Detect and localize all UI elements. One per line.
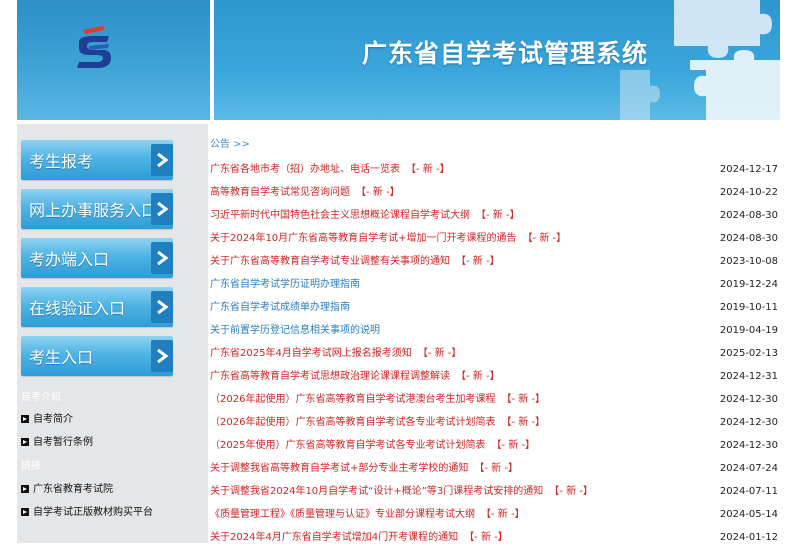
item-date: 2024-12-17 [719,164,778,175]
sidebar: 考生报考 网上办事服务入口 考办端入口 在线验证入口 考生入口 自考介绍 自考简… [17,124,208,543]
item-date: 2019-12-24 [719,279,778,290]
list-item[interactable]: 习近平新时代中国特色社会主义思想概论课程自学考试大纲 【- 新 -】 2024-08… [210,204,780,227]
nav-button-online-verification[interactable]: 在线验证入口 [21,287,173,327]
item-date: 2024-12-30 [719,417,778,428]
item-title[interactable]: 关于调整我省高等教育自学考试+部分专业主考学校的通知 [210,463,468,474]
item-title[interactable]: （2025年使用）广东省高等教育自学考试各专业考试计划简表 [210,440,485,451]
new-badge: 【- 新 -】 [456,371,500,382]
new-badge: 【- 新 -】 [406,164,450,175]
banner: 广东省自学考试管理系统 [214,0,780,120]
new-badge: 【- 新 -】 [456,256,500,267]
list-item[interactable]: 关于前置学历登记信息相关事项的说明 2019-04-19 [210,319,780,342]
chevron-right-icon [151,242,173,274]
list-item[interactable]: 关于2024年10月广东省高等教育自学考试+增加一门开考课程的通告 【- 新 -】… [210,227,780,250]
nav-button-label: 在线验证入口 [29,299,126,318]
arrow-bullet-icon [21,508,29,516]
item-date: 2019-04-19 [719,325,778,336]
list-item[interactable]: 关于调整我省高等教育自学考试+部分专业主考学校的通知 【- 新 -】 2024-07… [210,457,780,480]
list-item[interactable]: 《质量管理工程》《质量管理与认证》专业部分课程考试大纲 【- 新 -】 2024-0… [210,503,780,526]
item-title[interactable]: 关于调整我省2024年10月自学考试“设计+概论”等3门课程考试安排的通知 [210,486,543,497]
item-title[interactable]: 关于2024年4月广东省自学考试增加4门开考课程的通知 [210,532,458,543]
new-badge: 【- 新 -】 [356,187,400,198]
item-title[interactable]: 习近平新时代中国特色社会主义思想概论课程自学考试大纲 [210,210,470,221]
new-badge: 【- 新 -】 [481,509,525,520]
nav-button-label: 网上办事服务入口 [29,201,158,220]
new-badge: 【- 新 -】 [464,532,508,543]
item-date: 2024-12-30 [719,394,778,405]
arrow-bullet-icon [21,415,29,423]
chevron-right-icon [151,193,173,225]
section-heading-intro: 自考介绍 [21,392,61,403]
item-title[interactable]: （2026年起使用）广东省高等教育自学考试港澳台考生加考课程 [210,394,495,405]
list-item[interactable]: 广东省2025年4月自学考试网上报名报考须知 【- 新 -】 2025-02-13 [210,342,780,365]
item-title[interactable]: 关于2024年10月广东省高等教育自学考试+增加一门开考课程的通告 [210,233,517,244]
section-title: 公告 >> [210,139,250,150]
sidebar-link-textbook-store[interactable]: 自学考试正版教材购买平台 [21,503,153,518]
item-title[interactable]: 广东省自学考试成绩单办理指南 [210,302,350,313]
item-title[interactable]: 关于广东省高等教育自学考试专业调整有关事项的通知 [210,256,450,267]
item-title[interactable]: 《质量管理工程》《质量管理与认证》专业部分课程考试大纲 [210,509,475,520]
sidebar-link-regulations[interactable]: 自考暂行条例 [21,433,93,448]
logo-panel [17,0,210,120]
item-date: 2024-07-11 [719,486,778,497]
list-item[interactable]: （2025年使用）广东省高等教育自学考试各专业考试计划简表 【- 新 -】 2024… [210,434,780,457]
list-item[interactable]: 高等教育自学考试常见咨询问题 【- 新 -】 2024-10-22 [210,181,780,204]
list-item[interactable]: 广东省高等教育自学考试思想政治理论课课程调整解读 【- 新 -】 2024-12-3… [210,365,780,388]
item-date: 2024-01-12 [719,532,778,543]
arrow-bullet-icon [21,485,29,493]
item-date: 2023-10-08 [719,256,778,267]
arrow-bullet-icon [21,438,29,446]
new-badge: 【- 新 -】 [491,440,536,451]
item-title[interactable]: 广东省自学考试学历证明办理指南 [210,279,360,290]
nav-button-label: 考办端入口 [29,250,110,269]
list-item[interactable]: （2026年起使用）广东省高等教育自学考试港澳台考生加考课程 【- 新 -】 202… [210,388,780,411]
list-item[interactable]: 关于广东省高等教育自学考试专业调整有关事项的通知 【- 新 -】 2023-10-0… [210,250,780,273]
chevron-right-icon [151,340,173,372]
item-title[interactable]: 高等教育自学考试常见咨询问题 [210,187,350,198]
list-item[interactable]: 关于2024年4月广东省自学考试增加4门开考课程的通知 【- 新 -】 2024-0… [210,526,780,549]
new-badge: 【- 新 -】 [474,463,518,474]
section-heading-links: 链接 [21,461,41,472]
item-date: 2024-08-30 [719,210,778,221]
item-date: 2024-12-31 [719,371,778,382]
puzzle-decoration-icon [620,0,780,120]
item-date: 2019-10-11 [719,302,778,313]
sidebar-link-exam-authority[interactable]: 广东省教育考试院 [21,480,113,495]
list-item[interactable]: （2026年起使用）广东省高等教育自学考试各专业考试计划简表 【- 新 -】 202… [210,411,780,434]
nav-button-label: 考生入口 [29,348,94,367]
item-title[interactable]: 广东省2025年4月自学考试网上报名报考须知 [210,348,412,359]
item-date: 2024-07-24 [719,463,778,474]
nav-button-label: 考生报考 [29,152,94,171]
item-title[interactable]: （2026年起使用）广东省高等教育自学考试各专业考试计划简表 [210,417,495,428]
item-title[interactable]: 广东省各地市考（招）办地址、电话一览表 [210,164,400,175]
sidebar-link-intro[interactable]: 自考简介 [21,410,73,425]
nav-button-online-service[interactable]: 网上办事服务入口 [21,189,173,229]
item-date: 2025-02-13 [719,348,778,359]
list-item[interactable]: 广东省自学考试学历证明办理指南 2019-12-24 [210,273,780,296]
new-badge: 【- 新 -】 [501,417,546,428]
chevron-right-icon [151,144,173,176]
list-item[interactable]: 关于调整我省2024年10月自学考试“设计+概论”等3门课程考试安排的通知 【- … [210,480,780,503]
list-item[interactable]: 广东省各地市考（招）办地址、电话一览表 【- 新 -】 2024-12-17 [210,158,780,181]
new-badge: 【- 新 -】 [501,394,546,405]
announcement-list: 公告 >> 广东省各地市考（招）办地址、电话一览表 【- 新 -】 2024-12-… [210,138,780,549]
list-item[interactable]: 广东省自学考试成绩单办理指南 2019-10-11 [210,296,780,319]
header: 广东省自学考试管理系统 [0,0,800,120]
item-date: 2024-10-22 [719,187,778,198]
new-badge: 【- 新 -】 [417,348,462,359]
new-badge: 【- 新 -】 [549,486,593,497]
chevron-right-icon [151,291,173,323]
new-badge: 【- 新 -】 [522,233,567,244]
item-date: 2024-12-30 [719,440,778,451]
item-date: 2024-05-14 [719,509,778,520]
nav-button-exam-office[interactable]: 考办端入口 [21,238,173,278]
nav-button-exam-registration[interactable]: 考生报考 [21,140,173,180]
item-title[interactable]: 关于前置学历登记信息相关事项的说明 [210,325,380,336]
page-title: 广东省自学考试管理系统 [362,39,649,68]
nav-button-student-login[interactable]: 考生入口 [21,336,173,376]
logo-icon [77,26,111,68]
item-date: 2024-08-30 [719,233,778,244]
item-title[interactable]: 广东省高等教育自学考试思想政治理论课课程调整解读 [210,371,450,382]
new-badge: 【- 新 -】 [476,210,520,221]
